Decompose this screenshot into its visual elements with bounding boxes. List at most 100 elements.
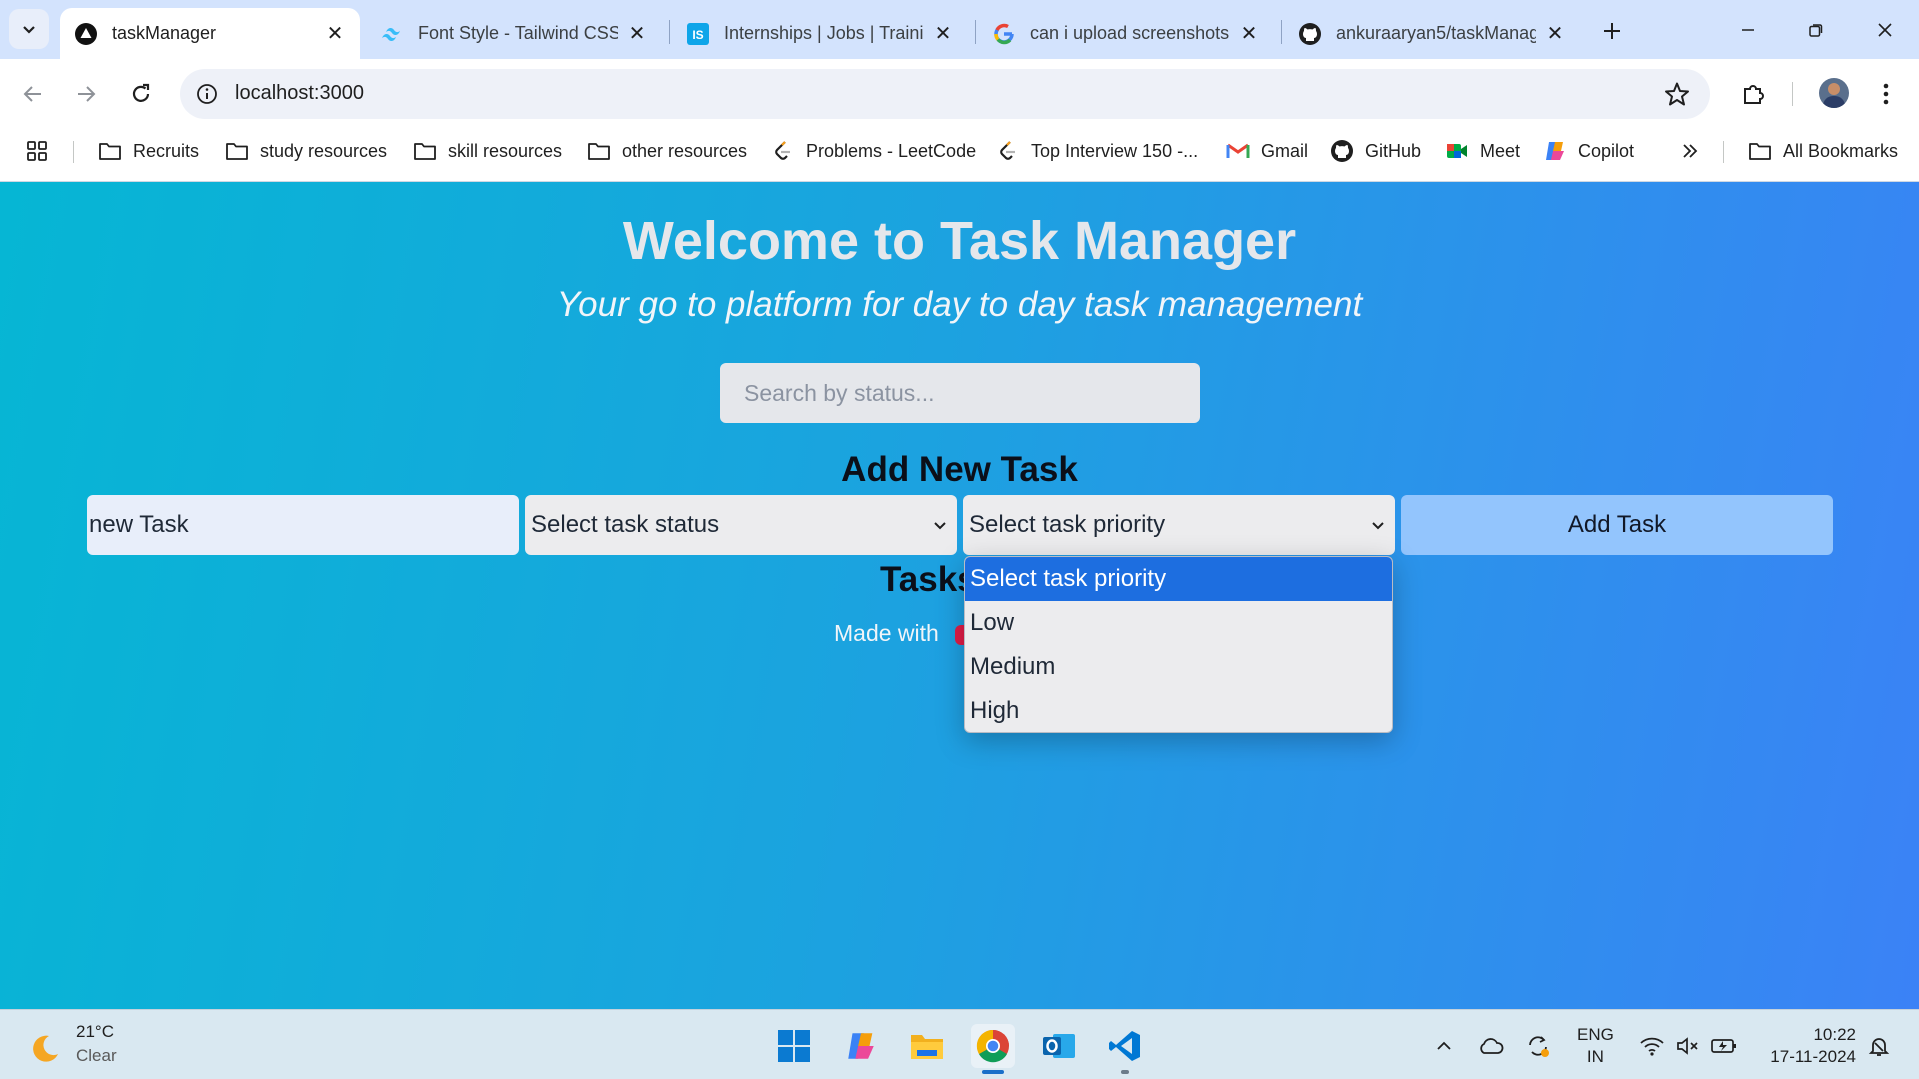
bookmark-leetcode-problems[interactable]: Problems - LeetCode (771, 135, 976, 167)
priority-option-placeholder[interactable]: Select task priority (965, 557, 1392, 601)
bookmark-meet[interactable]: Meet (1445, 135, 1520, 167)
language-indicator[interactable]: ENG IN (1577, 1024, 1614, 1068)
puzzle-icon (1744, 85, 1764, 104)
folder-icon (587, 139, 611, 163)
taskbar-copilot[interactable] (839, 1024, 883, 1068)
apps-grid-icon (25, 139, 49, 163)
bookmark-label: Top Interview 150 -... (1031, 140, 1199, 161)
leetcode-icon (771, 139, 795, 163)
apps-button[interactable] (25, 135, 60, 167)
tab-title: taskManager (112, 23, 217, 43)
show-hidden-icons-button[interactable] (1430, 1032, 1458, 1060)
close-icon (1878, 23, 1892, 37)
profile-avatar[interactable] (1819, 78, 1849, 108)
moon-icon[interactable] (29, 1032, 61, 1064)
tab-github[interactable]: ankuraaryan5/taskManag ✕ (1284, 8, 1580, 59)
priority-option-high[interactable]: High (965, 689, 1392, 732)
bookmark-skill-resources[interactable]: skill resources (413, 135, 562, 167)
outlook-icon (1043, 1034, 1075, 1058)
github-icon (1330, 139, 1354, 163)
menu-button[interactable] (1868, 76, 1904, 112)
bookmark-label: Meet (1480, 140, 1521, 161)
double-chevron-right-icon (1678, 139, 1702, 163)
system-clock[interactable]: 10:22 17-11-2024 (1760, 1024, 1856, 1068)
tab-internshala[interactable]: IS Internships | Jobs | Traini ✕ (672, 8, 968, 59)
tab-google[interactable]: can i upload screenshots ✕ (978, 8, 1274, 59)
browser-toolbar: localhost:3000 Recruits study resources … (0, 59, 1919, 189)
more-bookmarks-button[interactable] (1678, 135, 1713, 167)
bookmark-recruits[interactable]: Recruits (98, 135, 199, 167)
tasks-heading: Tasks (880, 560, 977, 599)
tab-taskmanager[interactable]: taskManager ✕ (60, 8, 360, 59)
bookmark-star-icon[interactable] (1664, 81, 1690, 107)
bookmark-copilot[interactable]: Copilot (1543, 135, 1634, 167)
bookmark-gmail[interactable]: Gmail (1226, 135, 1308, 167)
internshala-icon: IS (686, 22, 710, 46)
tab-strip: taskManager ✕ Font Style - Tailwind CSS … (0, 0, 1919, 59)
tab-search-button[interactable] (9, 9, 49, 49)
toolbar-divider (1792, 82, 1793, 106)
weather-temperature[interactable]: 21°C (76, 1022, 114, 1042)
tab-title: Internships | Jobs | Traini (724, 23, 924, 43)
close-icon[interactable]: ✕ (1238, 23, 1260, 45)
arrow-right-icon (78, 86, 96, 102)
running-indicator (982, 1070, 1004, 1074)
reload-button[interactable] (121, 74, 161, 114)
tab-title: ankuraaryan5/taskManag (1336, 23, 1536, 43)
weather-condition[interactable]: Clear (76, 1046, 117, 1066)
battery-icon[interactable] (1710, 1032, 1738, 1060)
sync-icon[interactable] (1524, 1032, 1552, 1060)
new-tab-button[interactable] (1595, 14, 1629, 48)
close-icon[interactable]: ✕ (626, 23, 648, 45)
chrome-icon (976, 1029, 1009, 1063)
wifi-icon[interactable] (1638, 1032, 1666, 1060)
bookmark-github[interactable]: GitHub (1330, 135, 1421, 167)
tab-tailwind[interactable]: Font Style - Tailwind CSS ✕ (366, 8, 662, 59)
url-text[interactable]: localhost:3000 (235, 82, 364, 105)
extensions-button[interactable] (1736, 76, 1772, 112)
running-indicator (1121, 1070, 1129, 1074)
folder-icon (98, 139, 122, 163)
page-title: Welcome to Task Manager (622, 211, 1297, 271)
bookmark-label: skill resources (448, 140, 563, 161)
bookmark-top-interview[interactable]: Top Interview 150 -... (996, 135, 1198, 167)
notifications-icon[interactable] (1865, 1032, 1893, 1060)
chevron-down-icon (1369, 516, 1387, 534)
taskbar-outlook[interactable] (1037, 1024, 1081, 1068)
priority-option-low[interactable]: Low (965, 601, 1392, 645)
all-bookmarks-button[interactable]: All Bookmarks (1748, 135, 1898, 167)
task-title-input[interactable]: new Task (87, 495, 519, 555)
bookmark-label: study resources (260, 140, 388, 161)
restore-button[interactable] (1793, 12, 1839, 48)
status-select[interactable]: Select task status (525, 495, 957, 555)
add-task-button[interactable]: Add Task (1401, 495, 1833, 555)
onedrive-icon[interactable] (1477, 1032, 1505, 1060)
priority-option-medium[interactable]: Medium (965, 645, 1392, 689)
tab-title: Font Style - Tailwind CSS (418, 23, 618, 43)
copilot-icon (848, 1033, 874, 1059)
priority-select[interactable]: Select task priority (963, 495, 1395, 555)
start-button[interactable] (772, 1024, 816, 1068)
minimize-button[interactable] (1725, 12, 1771, 48)
close-icon[interactable]: ✕ (932, 23, 954, 45)
forward-button[interactable] (66, 74, 106, 114)
taskbar-vscode[interactable] (1103, 1024, 1147, 1074)
bookmark-divider (73, 141, 74, 163)
site-info-icon[interactable] (194, 81, 220, 107)
close-icon[interactable]: ✕ (324, 23, 346, 45)
search-input[interactable] (720, 363, 1200, 423)
taskbar-chrome[interactable] (971, 1024, 1015, 1074)
chevron-down-icon (931, 516, 949, 534)
taskbar-file-explorer[interactable] (905, 1024, 949, 1068)
svg-text:IS: IS (692, 28, 703, 42)
back-button[interactable] (13, 74, 53, 114)
volume-muted-icon[interactable] (1674, 1032, 1702, 1060)
bookmark-label: Copilot (1578, 140, 1635, 161)
close-window-button[interactable] (1862, 12, 1908, 48)
address-bar[interactable]: localhost:3000 (180, 69, 1710, 119)
folder-icon (911, 1035, 943, 1059)
priority-select-value: Select task priority (969, 511, 1166, 538)
close-icon[interactable]: ✕ (1544, 23, 1566, 45)
bookmark-other-resources[interactable]: other resources (587, 135, 747, 167)
bookmark-study-resources[interactable]: study resources (225, 135, 387, 167)
